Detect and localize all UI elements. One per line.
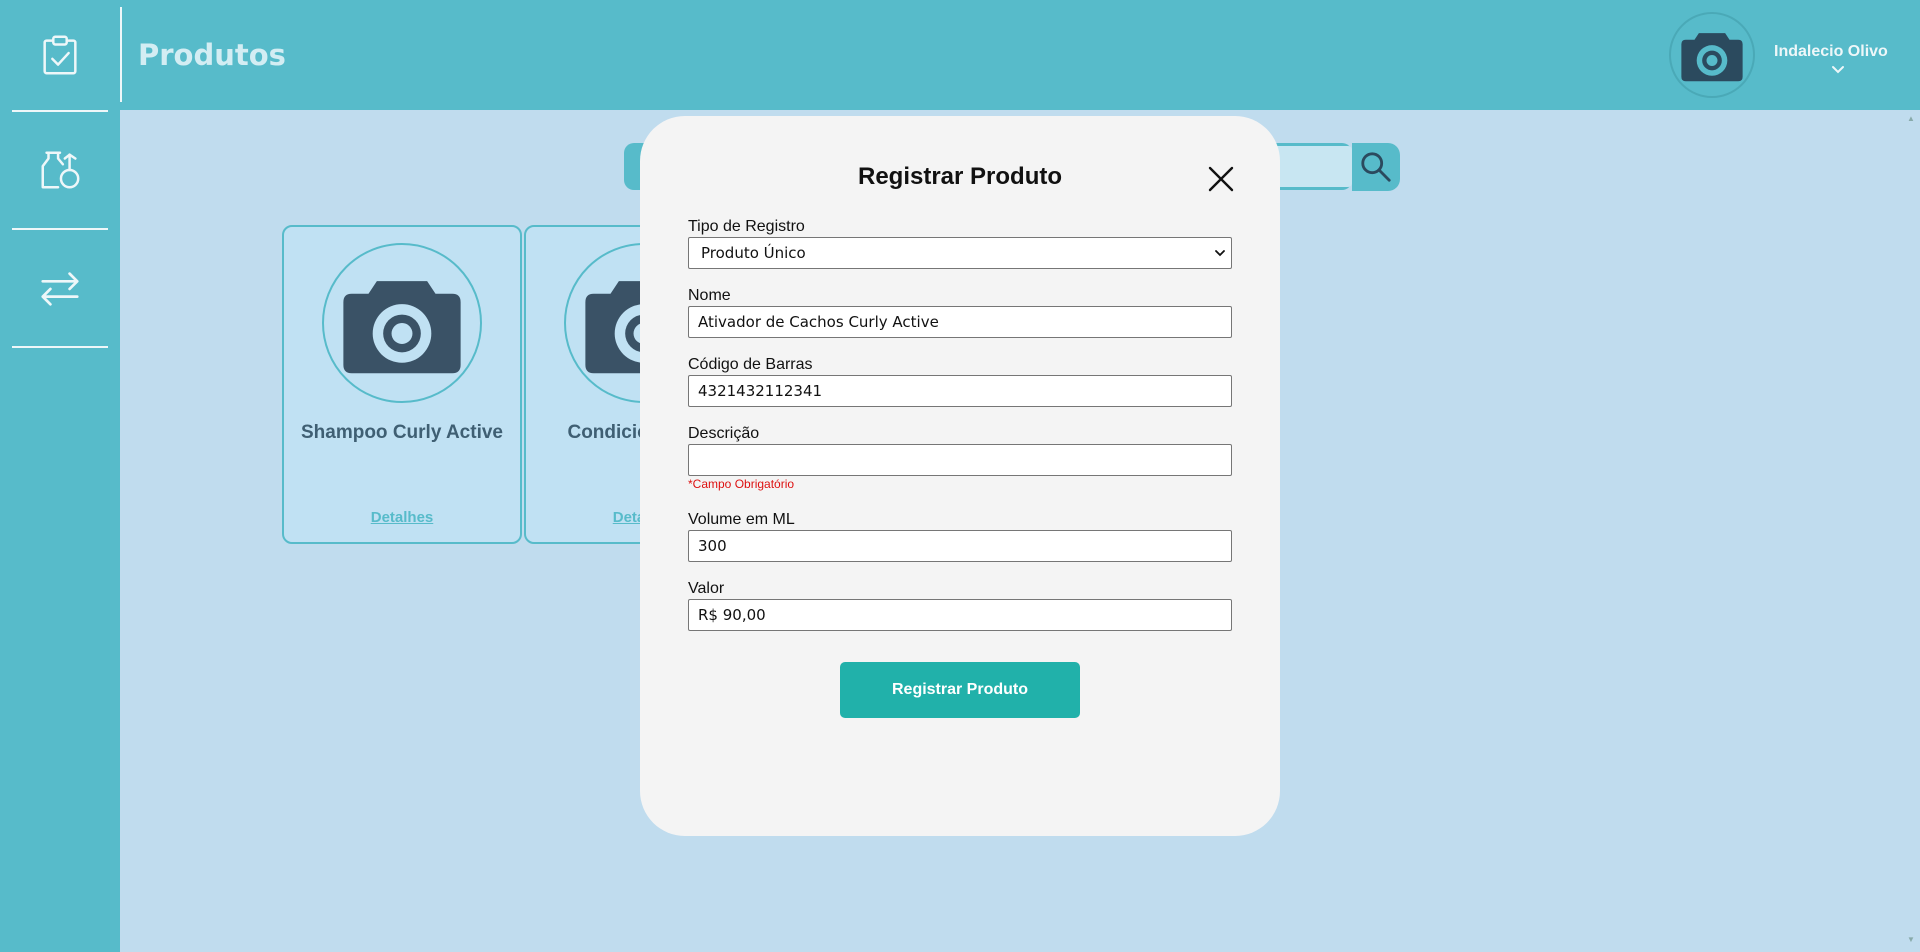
volume-label: Volume em ML [688, 511, 795, 528]
tipo-registro-select[interactable]: Produto Único [688, 237, 1232, 269]
volume-value: 300 [698, 537, 727, 555]
tipo-registro-label: Tipo de Registro [688, 218, 805, 235]
valor-label: Valor [688, 580, 725, 597]
camera-icon [1681, 33, 1743, 82]
close-icon[interactable] [1206, 164, 1236, 194]
nome-label: Nome [688, 287, 731, 304]
clipboard-check-icon [43, 35, 77, 75]
codigo-barras-value: 4321432112341 [698, 382, 823, 400]
products-icon [41, 151, 80, 189]
sidebar-item-transfers[interactable] [12, 230, 108, 348]
tipo-registro-value: Produto Único [701, 244, 806, 262]
sidebar-item-products[interactable] [12, 112, 108, 230]
codigo-barras-label: Código de Barras [688, 356, 813, 373]
chevron-down-icon[interactable] [1830, 64, 1846, 76]
product-details-link[interactable]: Detalhes [284, 509, 520, 526]
sidebar-item-tasks[interactable] [12, 0, 108, 112]
codigo-barras-field[interactable]: 4321432112341 [688, 375, 1232, 407]
nome-value: Ativador de Cachos Curly Active [698, 313, 939, 331]
register-product-button[interactable]: Registrar Produto [840, 662, 1080, 718]
user-avatar[interactable] [1669, 12, 1755, 98]
search-icon [1361, 152, 1391, 182]
nome-field[interactable]: Ativador de Cachos Curly Active [688, 306, 1232, 338]
descricao-label: Descrição [688, 425, 760, 442]
user-name[interactable]: Indalecio Olivo [1774, 43, 1888, 61]
transfer-arrows-icon [41, 272, 79, 306]
scroll-up-arrow[interactable]: ▲ [1907, 114, 1915, 123]
modal-title: Registrar Produto [857, 163, 1063, 190]
search-button[interactable] [1352, 143, 1400, 191]
chevron-down-icon [1215, 250, 1225, 257]
register-product-modal: Registrar Produto Tipo de Registro Produ… [640, 116, 1280, 836]
sidebar [0, 0, 120, 952]
product-name: Shampoo Curly Active [300, 422, 503, 443]
top-header: Produtos Indalecio Olivo [120, 0, 1920, 110]
header-divider [120, 7, 122, 102]
valor-value: R$ 90,00 [698, 606, 766, 624]
required-field-error: *Campo Obrigatório [688, 477, 795, 491]
valor-field[interactable]: R$ 90,00 [688, 599, 1232, 631]
page-title: Produtos [138, 38, 286, 72]
product-photo [322, 243, 482, 403]
product-card[interactable]: Shampoo Curly Active Detalhes [282, 225, 522, 544]
volume-field[interactable]: 300 [688, 530, 1232, 562]
scroll-down-arrow[interactable]: ▼ [1907, 935, 1915, 944]
descricao-field[interactable] [688, 444, 1232, 476]
camera-icon [343, 281, 461, 374]
